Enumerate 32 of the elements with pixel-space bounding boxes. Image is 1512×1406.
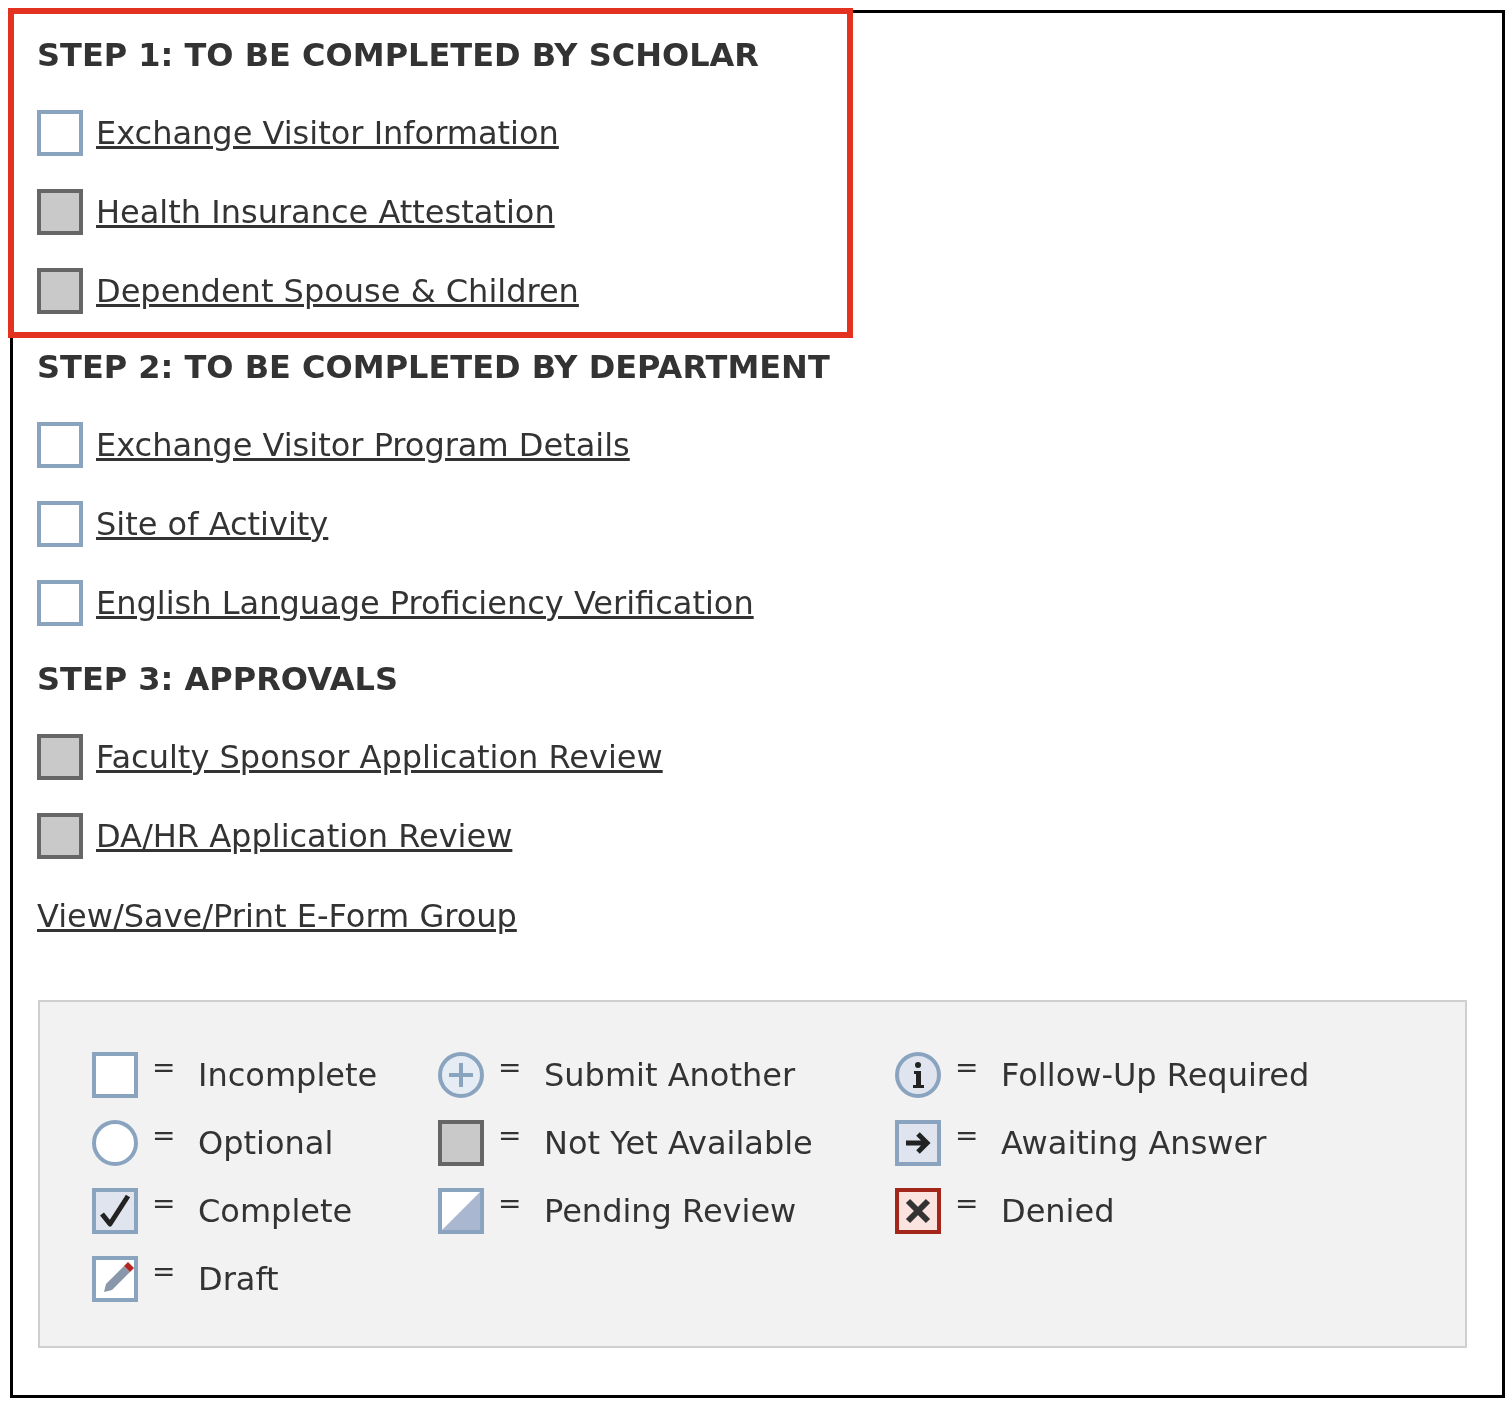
form-link[interactable]: Exchange Visitor Program Details (96, 420, 630, 469)
equals-sign: = (955, 1122, 977, 1150)
form-link[interactable]: English Language Proficiency Verification (96, 578, 754, 627)
legend-label: Draft (198, 1259, 279, 1300)
form-link[interactable]: Exchange Visitor Information (96, 108, 559, 157)
legend-label: Follow-Up Required (1001, 1055, 1310, 1096)
equals-sign: = (955, 1190, 977, 1218)
legend-label: Awaiting Answer (1001, 1123, 1267, 1164)
legend-label: Incomplete (198, 1055, 378, 1096)
legend-label: Pending Review (544, 1191, 797, 1232)
equals-sign: = (498, 1054, 520, 1082)
form-link[interactable]: DA/HR Application Review (96, 811, 513, 860)
equals-sign: = (152, 1190, 174, 1218)
equals-sign: = (152, 1258, 174, 1286)
legend-label: Submit Another (544, 1055, 796, 1096)
equals-sign: = (955, 1054, 977, 1082)
equals-sign: = (152, 1054, 174, 1082)
section-heading: STEP 3: APPROVALS (37, 659, 398, 699)
form-link[interactable]: Faculty Sponsor Application Review (96, 732, 663, 781)
legend-label: Complete (198, 1191, 353, 1232)
equals-sign: = (498, 1122, 520, 1150)
equals-sign: = (152, 1122, 174, 1150)
legend-label: Optional (198, 1123, 334, 1164)
eform-group-link[interactable]: View/Save/Print E-Form Group (37, 892, 517, 940)
section-heading: STEP 2: TO BE COMPLETED BY DEPARTMENT (37, 347, 830, 387)
legend-label: Denied (1001, 1191, 1115, 1232)
form-link[interactable]: Dependent Spouse & Children (96, 266, 579, 315)
form-link[interactable]: Site of Activity (96, 499, 329, 548)
equals-sign: = (498, 1190, 520, 1218)
legend-label: Not Yet Available (544, 1123, 813, 1164)
section-heading: STEP 1: TO BE COMPLETED BY SCHOLAR (37, 35, 759, 75)
form-link[interactable]: Health Insurance Attestation (96, 187, 555, 236)
